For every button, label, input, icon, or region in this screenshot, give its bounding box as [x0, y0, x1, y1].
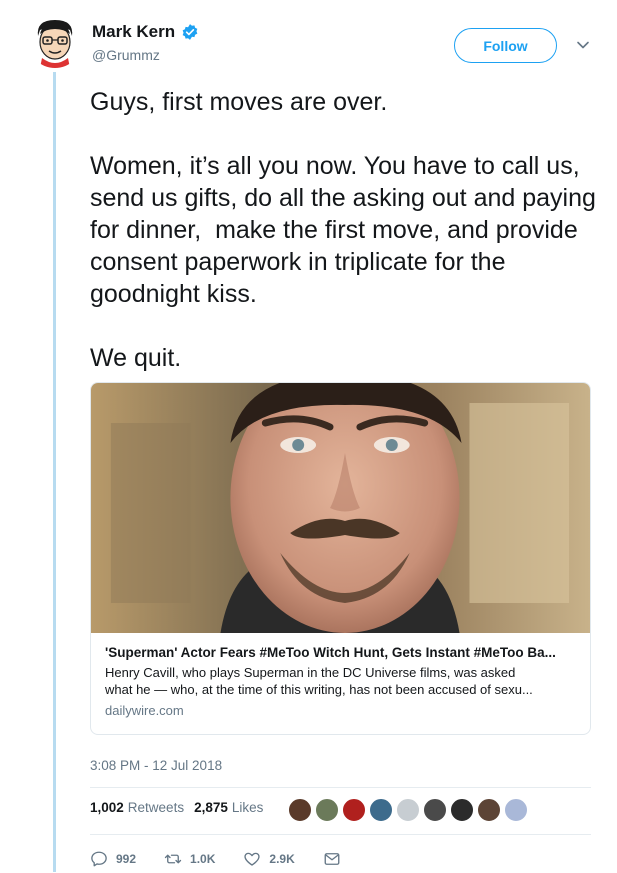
tweet-actions: 992 1.0K 2.9K: [90, 850, 377, 868]
verified-badge-icon: [181, 23, 199, 41]
heart-icon: [244, 852, 260, 866]
avatar-cartoon-icon: [28, 14, 82, 68]
liker-avatars: [288, 798, 531, 822]
follow-button[interactable]: Follow: [454, 28, 557, 63]
tweet-text: Guys, first moves are over. Women, it’s …: [90, 86, 600, 374]
card-description: Henry Cavill, who plays Superman in the …: [105, 664, 576, 698]
author-handle[interactable]: @Grummz: [92, 47, 199, 63]
liker-avatar[interactable]: [288, 798, 312, 822]
reply-button[interactable]: 992: [90, 850, 136, 868]
liker-avatar[interactable]: [477, 798, 501, 822]
tweet-paragraph: We quit.: [90, 344, 182, 372]
divider: [90, 787, 591, 788]
reply-count: 992: [116, 852, 137, 866]
retweet-icon: [164, 854, 182, 864]
liker-avatar[interactable]: [504, 798, 528, 822]
liker-avatar[interactable]: [369, 798, 393, 822]
liker-avatar[interactable]: [342, 798, 366, 822]
liker-avatar[interactable]: [396, 798, 420, 822]
reply-icon: [91, 851, 107, 867]
likes-count[interactable]: 2,875: [194, 800, 228, 815]
liker-avatar[interactable]: [315, 798, 339, 822]
card-title[interactable]: 'Superman' Actor Fears #MeToo Witch Hunt…: [105, 645, 576, 660]
card-image: [91, 383, 590, 633]
like-button[interactable]: 2.9K: [243, 850, 295, 868]
engagement-stats: 1,002 Retweets 2,875 Likes: [90, 800, 273, 815]
author-name[interactable]: Mark Kern: [92, 22, 175, 42]
like-count: 2.9K: [269, 852, 295, 866]
tweet-timestamp[interactable]: 3:08 PM - 12 Jul 2018: [90, 758, 222, 773]
tweet-paragraph: Guys, first moves are over.: [90, 88, 388, 116]
avatar[interactable]: [28, 14, 82, 68]
retweets-count[interactable]: 1,002: [90, 800, 124, 815]
retweet-count: 1.0K: [190, 852, 216, 866]
envelope-icon: [324, 853, 340, 865]
likes-label[interactable]: Likes: [232, 800, 264, 815]
tweet-paragraph: Women, it’s all you now. You have to cal…: [90, 152, 603, 308]
card-domain: dailywire.com: [105, 703, 184, 718]
link-card[interactable]: 'Superman' Actor Fears #MeToo Witch Hunt…: [90, 382, 591, 735]
retweets-label[interactable]: Retweets: [128, 800, 184, 815]
card-description-line: what he — who, at the time of this writi…: [105, 682, 533, 697]
retweet-button[interactable]: 1.0K: [164, 850, 215, 868]
divider: [90, 834, 591, 835]
liker-avatar[interactable]: [450, 798, 474, 822]
direct-message-button[interactable]: [323, 850, 349, 868]
author-block: Mark Kern @Grummz: [92, 22, 199, 63]
chevron-down-icon[interactable]: [576, 38, 590, 52]
thread-line: [53, 72, 56, 872]
liker-avatar[interactable]: [423, 798, 447, 822]
card-description-line: Henry Cavill, who plays Superman in the …: [105, 665, 516, 680]
